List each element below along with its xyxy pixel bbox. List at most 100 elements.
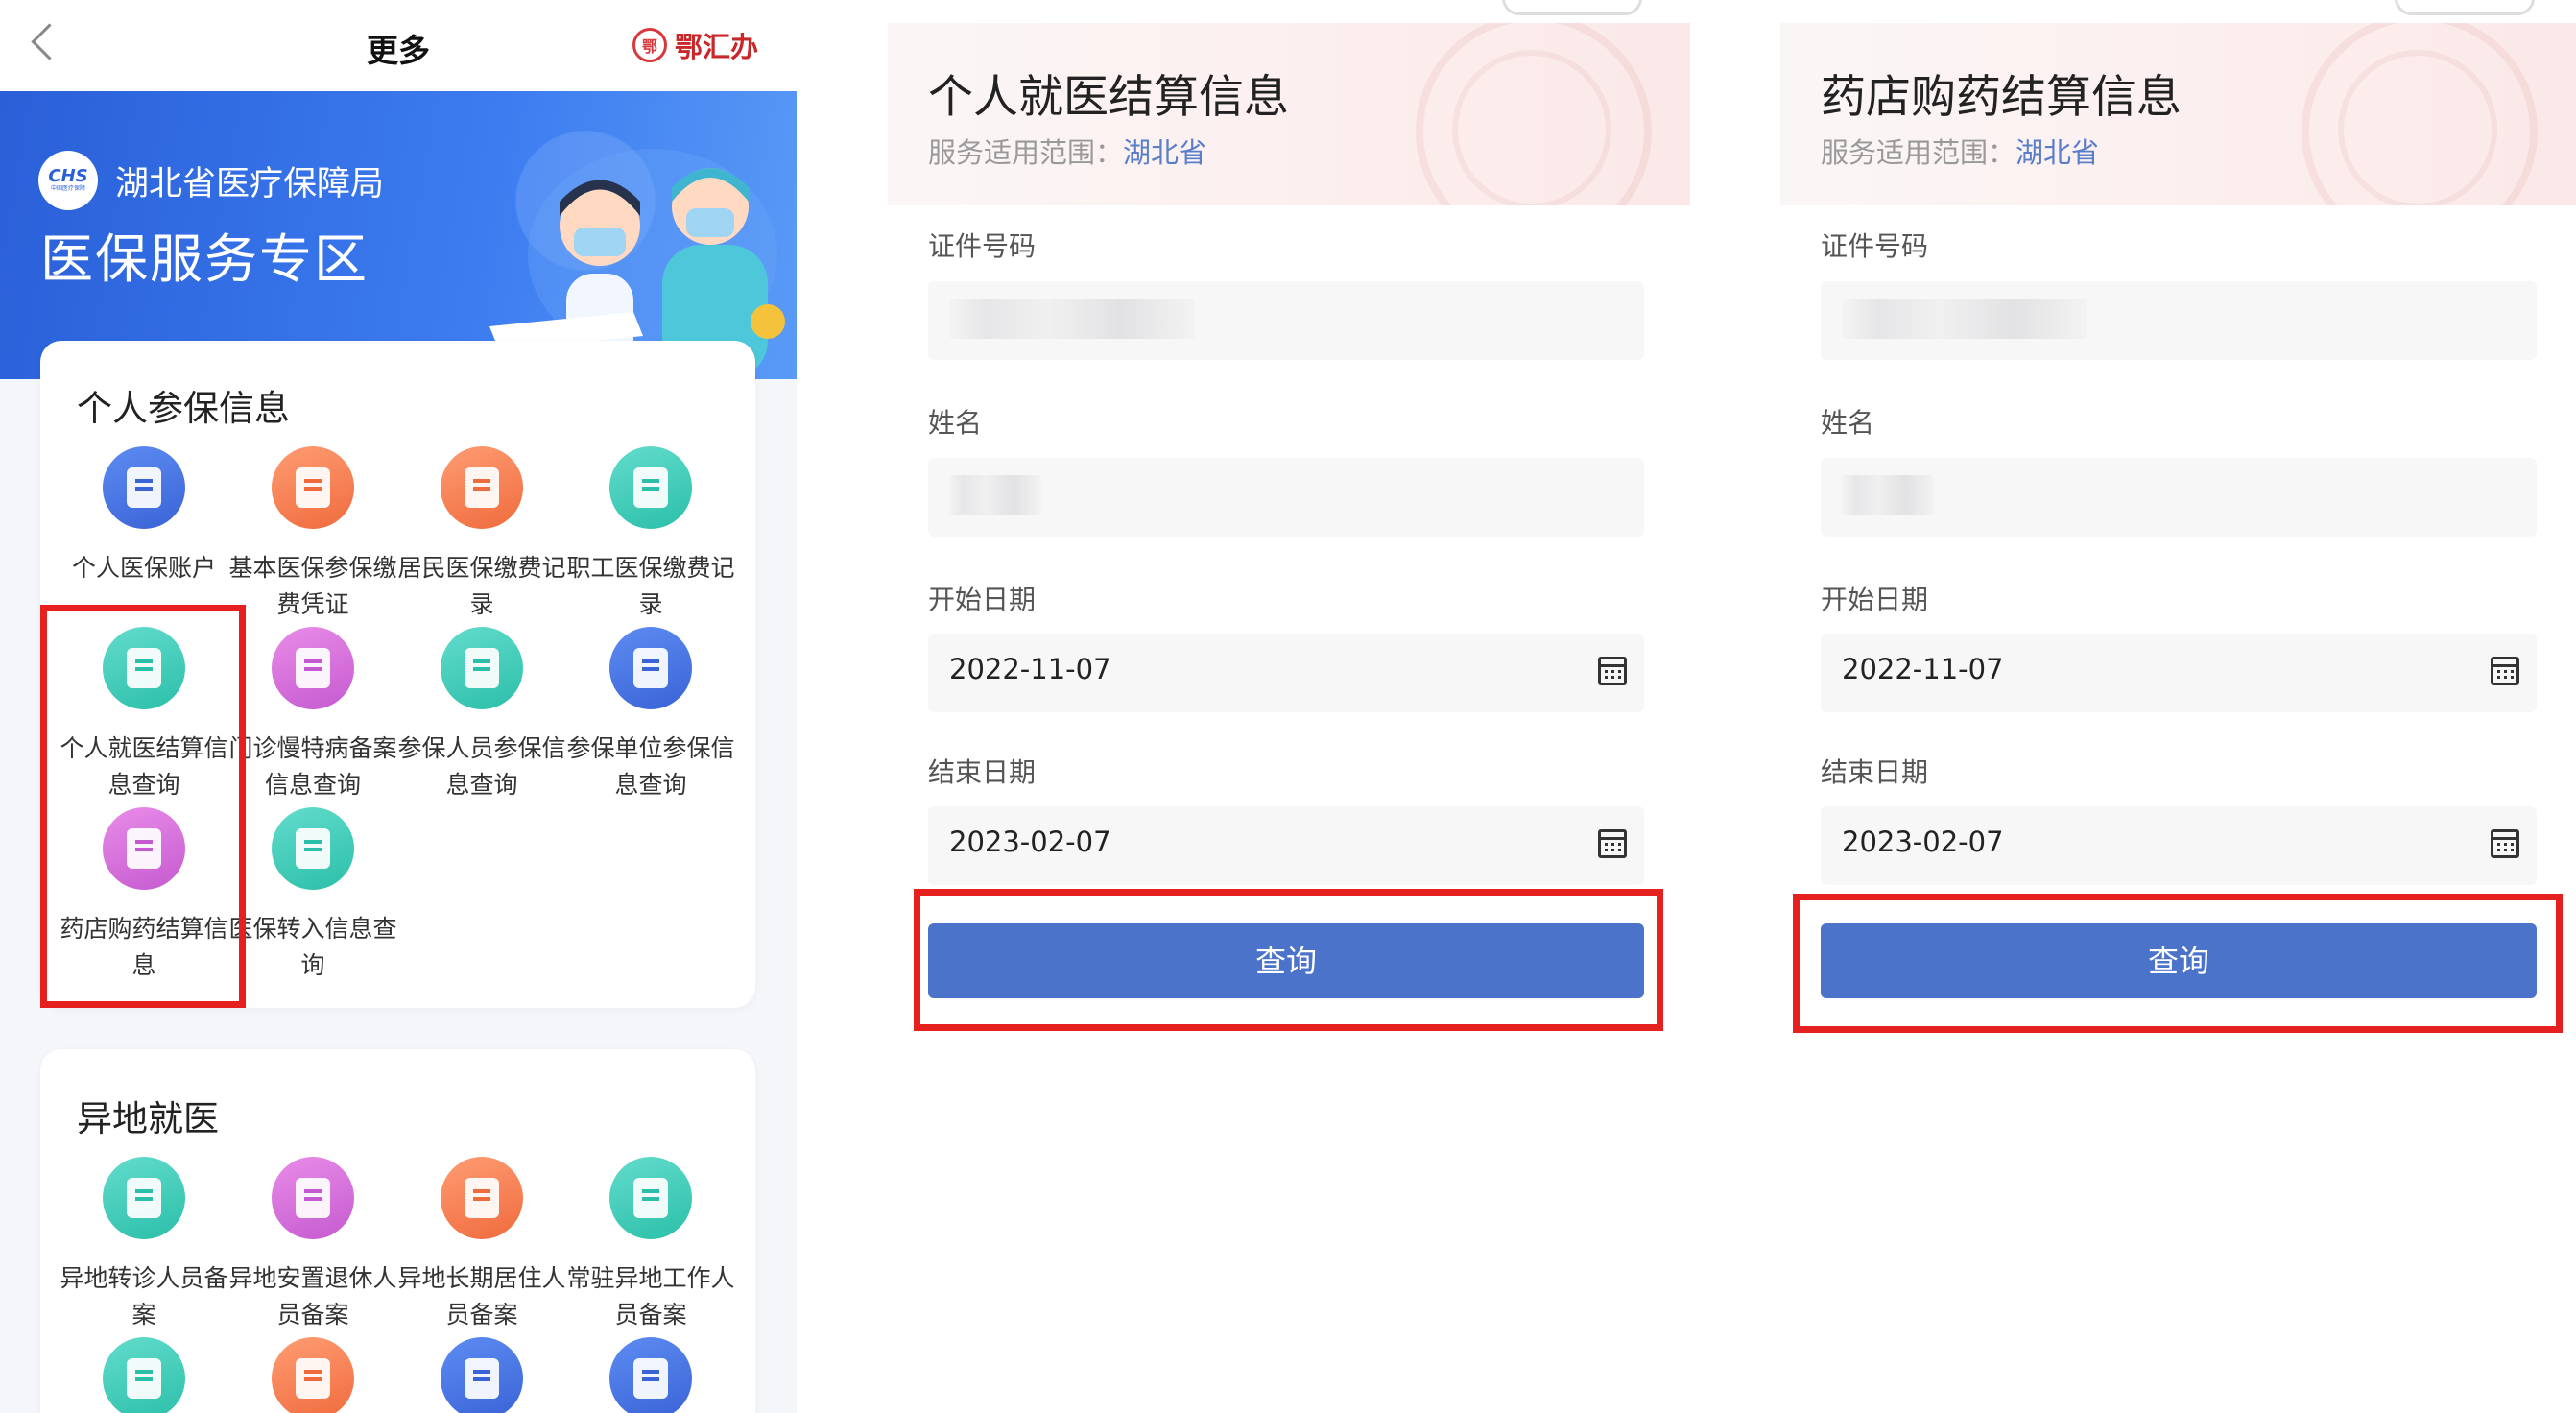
start-date-field[interactable]: 2022-11-07 [1821,634,2537,712]
house-icon [103,1337,185,1413]
top-stub [2395,0,2535,15]
service-label: 异地长期居住人员备案 [397,1264,566,1329]
service-label: 门诊慢特病备案信息查询 [228,734,397,799]
start-date-label: 开始日期 [928,584,1037,615]
scope-value: 湖北省 [2015,136,2100,169]
id-number-field[interactable] [928,281,1644,360]
service-label: 基本医保参保缴费凭证 [228,554,397,618]
highlight-box [40,605,246,1008]
redacted-value [949,299,1195,339]
id-number-field[interactable] [1821,281,2537,360]
end-date-field[interactable]: 2023-02-07 [928,806,1644,885]
clipboard-cross-icon [272,627,354,709]
form-title: 个人就医结算信息 [928,71,1289,124]
wallet-icon [103,446,185,529]
service-retiree-filing[interactable]: 异地安置退休人员备案 [228,1157,397,1333]
service-scope: 服务适用范围：湖北省 [928,131,1206,171]
service-item[interactable] [60,1337,228,1413]
zone-title: 医保服务专区 [40,228,370,290]
service-unit-insurance-query[interactable]: 参保单位参保信息查询 [566,627,735,803]
person-transfer-icon [272,807,354,890]
calendar-icon[interactable] [2491,657,2519,685]
service-insured-person-query[interactable]: 参保人员参保信息查询 [397,627,566,803]
stamp-watermark-icon [2302,23,2538,205]
pharmacy-settlement-form: 药店购药结算信息 服务适用范围：湖北省 证件号码 姓名 开始日期 2022-11… [1780,0,2576,1413]
calendar-icon[interactable] [1598,657,1627,685]
receipt-icon [609,446,692,529]
banner: CHS 中国医疗保障 湖北省医疗保障局 医保服务专区 [0,91,797,379]
services-panel: 更多 鄂 鄂汇办 CHS 中国医疗保障 湖北省医疗保障局 医保服务专区 个人参保… [0,0,797,1413]
end-date-label: 结束日期 [1821,756,1929,788]
chs-logo-text: CHS [48,166,88,186]
service-label: 居民医保缴费记录 [397,554,566,618]
name-label: 姓名 [1821,407,1875,439]
service-label: 异地转诊人员备案 [60,1264,228,1329]
end-date-value: 2023-02-07 [1842,826,2004,858]
certificate-icon [272,446,354,529]
start-date-value: 2022-11-07 [949,653,1111,685]
service-label: 职工医保缴费记录 [566,554,735,618]
scope-label: 服务适用范围： [1821,136,2016,169]
house-icon [609,1157,692,1239]
service-item[interactable] [228,1337,397,1413]
service-payment-certificate[interactable]: 基本医保参保缴费凭证 [228,446,397,623]
edit-icon [103,1157,185,1239]
service-resident-worker-filing[interactable]: 常驻异地工作人员备案 [566,1157,735,1333]
name-field[interactable] [1821,458,2537,537]
service-referral-filing[interactable]: 异地转诊人员备案 [60,1157,228,1333]
receipt-icon [441,446,523,529]
top-bar: 更多 鄂 鄂汇办 [0,0,797,91]
name-label: 姓名 [928,407,983,439]
id-label: 证件号码 [928,230,1037,262]
top-stub [1502,0,1642,15]
home-cross-icon [272,1157,354,1239]
service-personal-account[interactable]: 个人医保账户 [60,446,228,587]
form-header: 个人就医结算信息 服务适用范围：湖北省 [888,23,1690,205]
service-resident-payment-record[interactable]: 居民医保缴费记录 [397,446,566,623]
section-title: 异地就医 [77,1098,219,1139]
id-label: 证件号码 [1821,230,1929,262]
document-icon [609,627,692,709]
start-date-value: 2022-11-07 [1842,653,2004,685]
name-field[interactable] [928,458,1644,537]
chs-logo-icon: CHS 中国医疗保障 [38,151,98,210]
form-title: 药店购药结算信息 [1821,71,2182,124]
hospital-icon [272,1337,354,1413]
redacted-value [1842,299,2087,339]
hospital-door-icon [441,1157,523,1239]
service-label: 医保转入信息查询 [228,915,397,979]
end-date-value: 2023-02-07 [949,826,1111,858]
redacted-value [949,475,1041,515]
service-item[interactable] [566,1337,735,1413]
start-date-label: 开始日期 [1821,584,1929,615]
bureau-name: 湖北省医疗保障局 [115,165,385,204]
stamp-watermark-icon [1416,23,1652,205]
building-icon [609,1337,692,1413]
section-title: 个人参保信息 [77,388,290,429]
service-label: 异地安置退休人员备案 [228,1264,397,1329]
service-label: 参保人员参保信息查询 [397,734,566,799]
person-icon [441,627,523,709]
service-label: 常驻异地工作人员备案 [566,1264,735,1329]
form-header: 药店购药结算信息 服务适用范围：湖北省 [1780,23,2576,205]
service-transfer-in-query[interactable]: 医保转入信息查询 [228,807,397,984]
service-scope: 服务适用范围：湖北省 [1821,131,2099,171]
highlight-box [914,889,1663,1031]
service-label: 参保单位参保信息查询 [566,734,735,799]
service-item[interactable] [397,1337,566,1413]
calendar-icon[interactable] [2491,829,2519,858]
brand-name: 鄂汇办 [674,31,758,63]
medical-settlement-form: 个人就医结算信息 服务适用范围：湖北省 证件号码 姓名 开始日期 2022-11… [888,0,1690,1413]
service-label: 个人医保账户 [71,554,216,582]
highlight-box [1793,894,2563,1033]
end-date-field[interactable]: 2023-02-07 [1821,806,2537,885]
service-employee-payment-record[interactable]: 职工医保缴费记录 [566,446,735,623]
calendar-icon[interactable] [1598,829,1627,858]
service-long-term-residence-filing[interactable]: 异地长期居住人员备案 [397,1157,566,1333]
redacted-value [1842,475,1934,515]
scope-label: 服务适用范围： [928,136,1124,169]
brand-seal-icon: 鄂 [632,28,667,62]
start-date-field[interactable]: 2022-11-07 [928,634,1644,712]
service-chronic-disease-query[interactable]: 门诊慢特病备案信息查询 [228,627,397,803]
remote-medical-section: 异地就医 异地转诊人员备案 异地安置退休人员备案 异地长期居住人员备案 常驻异地… [40,1049,755,1413]
